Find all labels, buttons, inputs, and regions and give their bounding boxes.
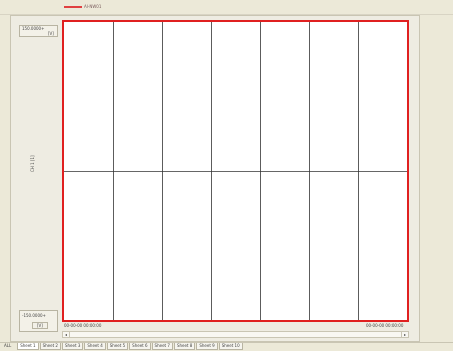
y-min-value: -150.0000+ <box>22 313 46 318</box>
y-unit-button[interactable]: [V] <box>32 322 48 329</box>
tab-sheet-10[interactable]: Sheet 10 <box>218 343 243 350</box>
scroll-left-icon[interactable]: ◂ <box>63 332 70 337</box>
y-axis-title: CH 1 [1] <box>30 155 35 172</box>
y-max-value: 150.0000+ <box>22 26 45 31</box>
tab-sheet-3[interactable]: Sheet 3 <box>61 343 84 350</box>
plot-grid <box>64 22 407 320</box>
tab-sheet-7[interactable]: Sheet 7 <box>151 343 173 350</box>
tab-all[interactable]: ALL <box>2 343 13 349</box>
tab-sheet-2[interactable]: Sheet 2 <box>39 343 61 350</box>
sheet-tab-bar: ALL Sheet 1 Sheet 2 Sheet 3 Sheet 4 Shee… <box>0 342 453 351</box>
legend-label: AI-NW01 <box>84 4 102 9</box>
legend-item[interactable]: AI-NW01 <box>64 4 101 9</box>
y-min-field[interactable]: -150.0000+ [V] <box>19 310 58 332</box>
y-max-unit: [V] <box>48 31 54 36</box>
legend-bar: AI-NW01 <box>0 0 453 15</box>
tab-sheet-4[interactable]: Sheet 4 <box>84 343 106 350</box>
tab-sheet-5[interactable]: Sheet 5 <box>106 343 129 350</box>
y-max-field[interactable]: 150.0000+ [V] <box>19 25 58 37</box>
legend-swatch <box>64 5 82 8</box>
graph-window: AI-NW01 150.0000+ [V] CH 1 [1] -150.0000… <box>0 0 453 351</box>
plot-area[interactable] <box>62 20 409 322</box>
tab-sheet-9[interactable]: Sheet 9 <box>196 343 218 350</box>
x-end-label: 00-00-00 00:00:00 <box>366 323 404 328</box>
x-start-label: 00-00-00 00:00:00 <box>64 323 102 328</box>
horizontal-scrollbar[interactable]: ◂ ▸ <box>62 331 409 338</box>
scroll-right-icon[interactable]: ▸ <box>401 332 408 337</box>
tab-sheet-8[interactable]: Sheet 8 <box>173 343 196 350</box>
tab-sheet-1[interactable]: Sheet 1 <box>17 343 39 350</box>
tab-sheet-6[interactable]: Sheet 6 <box>129 343 151 350</box>
